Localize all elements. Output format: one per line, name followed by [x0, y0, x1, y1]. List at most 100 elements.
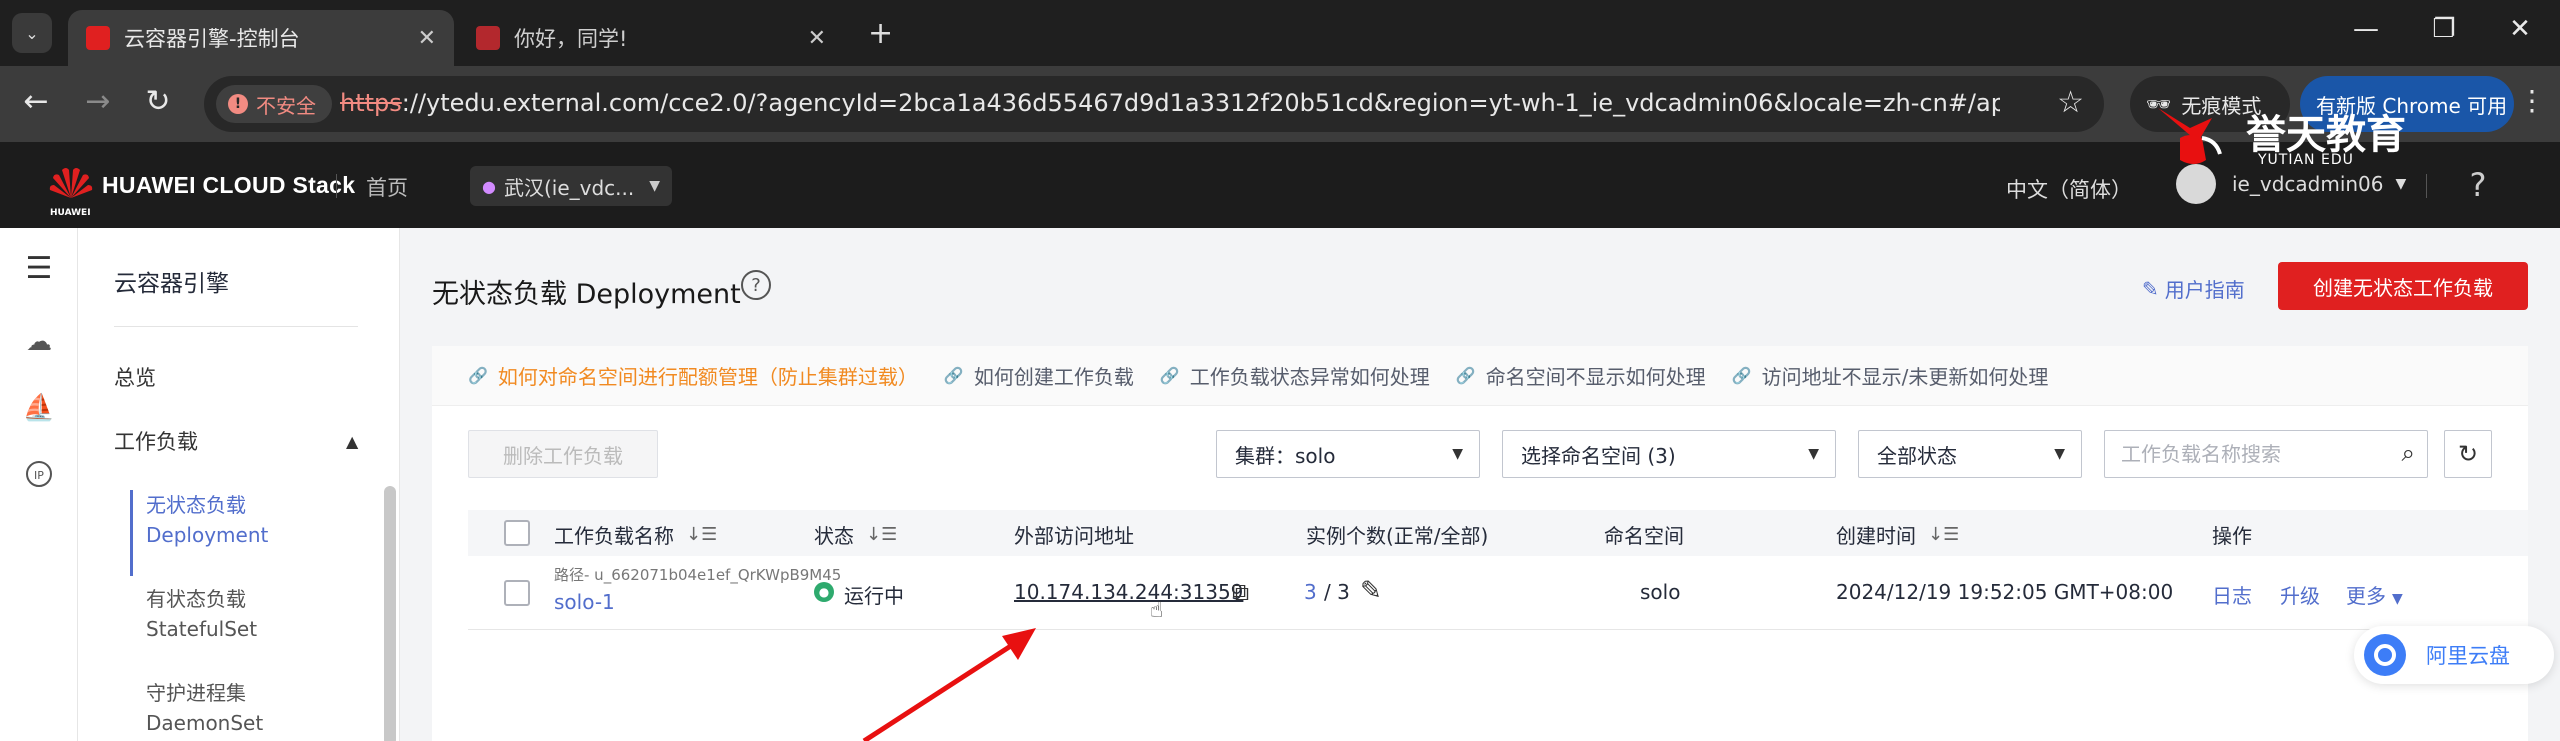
row-checkbox[interactable]: [504, 580, 530, 606]
cluster-select-value: 集群：solo: [1235, 443, 1336, 468]
browser-menu-icon[interactable]: ⋮: [2512, 84, 2552, 117]
close-tab-icon[interactable]: ✕: [418, 26, 436, 51]
sidebar-item-daemonset[interactable]: 守护进程集 DaemonSet: [146, 678, 263, 738]
menu-icon[interactable]: ☰: [19, 248, 59, 288]
language-selector[interactable]: 中文（简体）: [2006, 174, 2132, 204]
forward-icon[interactable]: →: [78, 84, 118, 119]
refresh-icon: ↻: [2457, 440, 2479, 468]
col-instances: 实例个数(正常/全部): [1306, 520, 1488, 549]
sidebar-item-statefulset[interactable]: 有状态负载 StatefulSet: [146, 584, 257, 644]
tip-label: 如何对命名空间进行配额管理（防止集群过载）: [497, 365, 918, 389]
brand-name: HUAWEI CLOUD Stack: [102, 171, 356, 198]
refresh-button[interactable]: ↻: [2444, 430, 2492, 478]
sidebar-item-overview[interactable]: 总览: [114, 362, 156, 392]
cloud-icon[interactable]: ☁: [19, 322, 59, 362]
log-action-link[interactable]: 日志: [2212, 580, 2252, 609]
svg-text:IP: IP: [34, 469, 44, 482]
copy-icon[interactable]: ⧉: [1232, 578, 1258, 606]
browser-tab-active[interactable]: 云容器引擎-控制台 ✕: [68, 10, 454, 66]
sidebar: 云容器引擎 总览 工作负载 ▲ 无状态负载 Deployment 有状态负载 S…: [78, 228, 400, 741]
col-status[interactable]: 状态 ↓☰: [814, 520, 897, 549]
workload-path: 路径- u_662071b04e1ef_QrKWpB9M45: [554, 566, 842, 584]
sidebar-item-deployment[interactable]: 无状态负载 Deployment: [146, 490, 268, 550]
external-address-link[interactable]: 10.174.134.244:31359: [1014, 580, 1243, 604]
huawei-cloud-logo[interactable]: HUAWEI CLOUD Stack HUAWEI: [48, 164, 356, 218]
create-deployment-button[interactable]: 创建无状态工作负载: [2278, 262, 2528, 310]
minimize-button[interactable]: —: [2346, 14, 2386, 44]
namespace-select[interactable]: 选择命名空间 (3) ▼: [1502, 430, 1836, 478]
aliyun-drive-icon: [2364, 634, 2406, 676]
restore-button[interactable]: ❐: [2424, 14, 2464, 44]
bookmark-star-icon[interactable]: ☆: [2057, 85, 2084, 120]
helm-icon[interactable]: ⛵: [19, 388, 59, 428]
back-icon[interactable]: ←: [16, 84, 56, 119]
tip-link[interactable]: 🔗 如何对命名空间进行配额管理（防止集群过载）: [468, 361, 918, 390]
tab-title: 云容器引擎-控制台: [124, 27, 300, 51]
sidebar-scrollbar[interactable]: [384, 486, 396, 741]
sort-icon[interactable]: ↓☰: [1928, 524, 1959, 545]
edit-icon[interactable]: ✎: [1360, 576, 1382, 606]
sidebar-item-workloads[interactable]: 工作负载: [114, 426, 198, 456]
address-bar[interactable]: ! 不安全 https://ytedu.external.com/cce2.0/…: [204, 76, 2104, 132]
sidebar-item-label: 无状态负载: [146, 493, 246, 517]
column-label: 创建时间: [1836, 524, 1916, 548]
region-selector[interactable]: ● 武汉(ie_vdc... ▼: [470, 166, 672, 206]
status-select[interactable]: 全部状态 ▼: [1858, 430, 2082, 478]
tab-search-button[interactable]: ⌄: [12, 13, 52, 53]
new-tab-button[interactable]: +: [868, 16, 893, 51]
reload-icon[interactable]: ↻: [138, 84, 178, 119]
workload-panel: 🔗 如何对命名空间进行配额管理（防止集群过载） 🔗 如何创建工作负载 🔗 工作负载状态…: [432, 346, 2528, 741]
col-address: 外部访问地址: [1014, 520, 1134, 549]
site-favicon-icon: [476, 26, 500, 50]
col-name[interactable]: 工作负载名称 ↓☰: [554, 520, 717, 549]
sidebar-item-sublabel: DaemonSet: [146, 711, 264, 735]
sort-icon[interactable]: ↓☰: [686, 524, 717, 545]
select-all-checkbox[interactable]: [504, 520, 530, 546]
upgrade-action-link[interactable]: 升级: [2280, 580, 2320, 609]
workload-name-link[interactable]: solo-1: [554, 590, 615, 614]
url-scheme: https: [340, 89, 402, 117]
help-icon[interactable]: ?: [2460, 166, 2496, 204]
tab-title: 你好，同学!: [514, 27, 628, 51]
tip-link[interactable]: 🔗 工作负载状态异常如何处理: [1160, 361, 1430, 390]
search-input[interactable]: [2121, 441, 2371, 467]
aliyun-drive-button[interactable]: 阿里云盘: [2354, 626, 2554, 684]
chevron-up-icon[interactable]: ▲: [346, 432, 358, 451]
help-circle-icon[interactable]: ?: [741, 270, 771, 300]
instances-normal[interactable]: 3: [1304, 580, 1317, 604]
workload-search[interactable]: ⌕: [2104, 430, 2428, 478]
security-label: 不安全: [256, 93, 316, 118]
browser-tabstrip: ⌄ 云容器引擎-控制台 ✕ 你好，同学! ✕ + — ❐ ✕: [0, 0, 2560, 66]
home-link[interactable]: 首页: [366, 172, 408, 202]
annotation-arrow: [862, 628, 1036, 741]
column-label: 命名空间: [1604, 524, 1684, 548]
chevron-down-icon: ▼: [2054, 446, 2065, 462]
tip-link[interactable]: 🔗 如何创建工作负载: [944, 361, 1134, 390]
col-created[interactable]: 创建时间 ↓☰: [1836, 520, 1959, 549]
tip-link[interactable]: 🔗 命名空间不显示如何处理: [1456, 361, 1706, 390]
chevron-down-icon: ▼: [649, 178, 660, 194]
ip-icon[interactable]: IP: [19, 454, 59, 494]
more-label: 更多: [2346, 584, 2386, 608]
tip-link[interactable]: 🔗 访问地址不显示/未更新如何处理: [1732, 361, 2049, 390]
tip-label: 访问地址不显示/未更新如何处理: [1761, 365, 2049, 389]
tip-label: 工作负载状态异常如何处理: [1189, 365, 1430, 389]
close-tab-icon[interactable]: ✕: [808, 26, 826, 51]
more-actions-dropdown[interactable]: 更多 ▼: [2346, 580, 2403, 609]
security-chip[interactable]: ! 不安全: [216, 85, 332, 123]
sidebar-item-sublabel: StatefulSet: [146, 617, 258, 641]
delete-workload-button[interactable]: 删除工作负载: [468, 430, 658, 478]
created-time: 2024/12/19 19:52:05 GMT+08:00: [1836, 580, 2174, 604]
table-row: 路径- u_662071b04e1ef_QrKWpB9M45 solo-1 ● …: [468, 556, 2528, 630]
edit-doc-icon: ✎: [2142, 276, 2159, 301]
url-text[interactable]: https://ytedu.external.com/cce2.0/?agenc…: [340, 89, 2000, 117]
link-icon: 🔗: [1159, 366, 1180, 385]
table-header: 工作负载名称 ↓☰ 状态 ↓☰ 外部访问地址 实例个数(正常/全部) 命名空间 创建…: [468, 510, 2528, 556]
user-guide-link[interactable]: ✎ 用户指南: [2142, 274, 2245, 303]
filter-icon[interactable]: ↓☰: [866, 524, 897, 545]
hand-cursor-icon: ☝: [1150, 598, 1164, 623]
close-window-button[interactable]: ✕: [2500, 14, 2540, 44]
browser-tab[interactable]: 你好，同学! ✕: [458, 10, 844, 66]
cluster-select[interactable]: 集群：solo ▼: [1216, 430, 1480, 478]
search-icon[interactable]: ⌕: [2402, 439, 2415, 467]
